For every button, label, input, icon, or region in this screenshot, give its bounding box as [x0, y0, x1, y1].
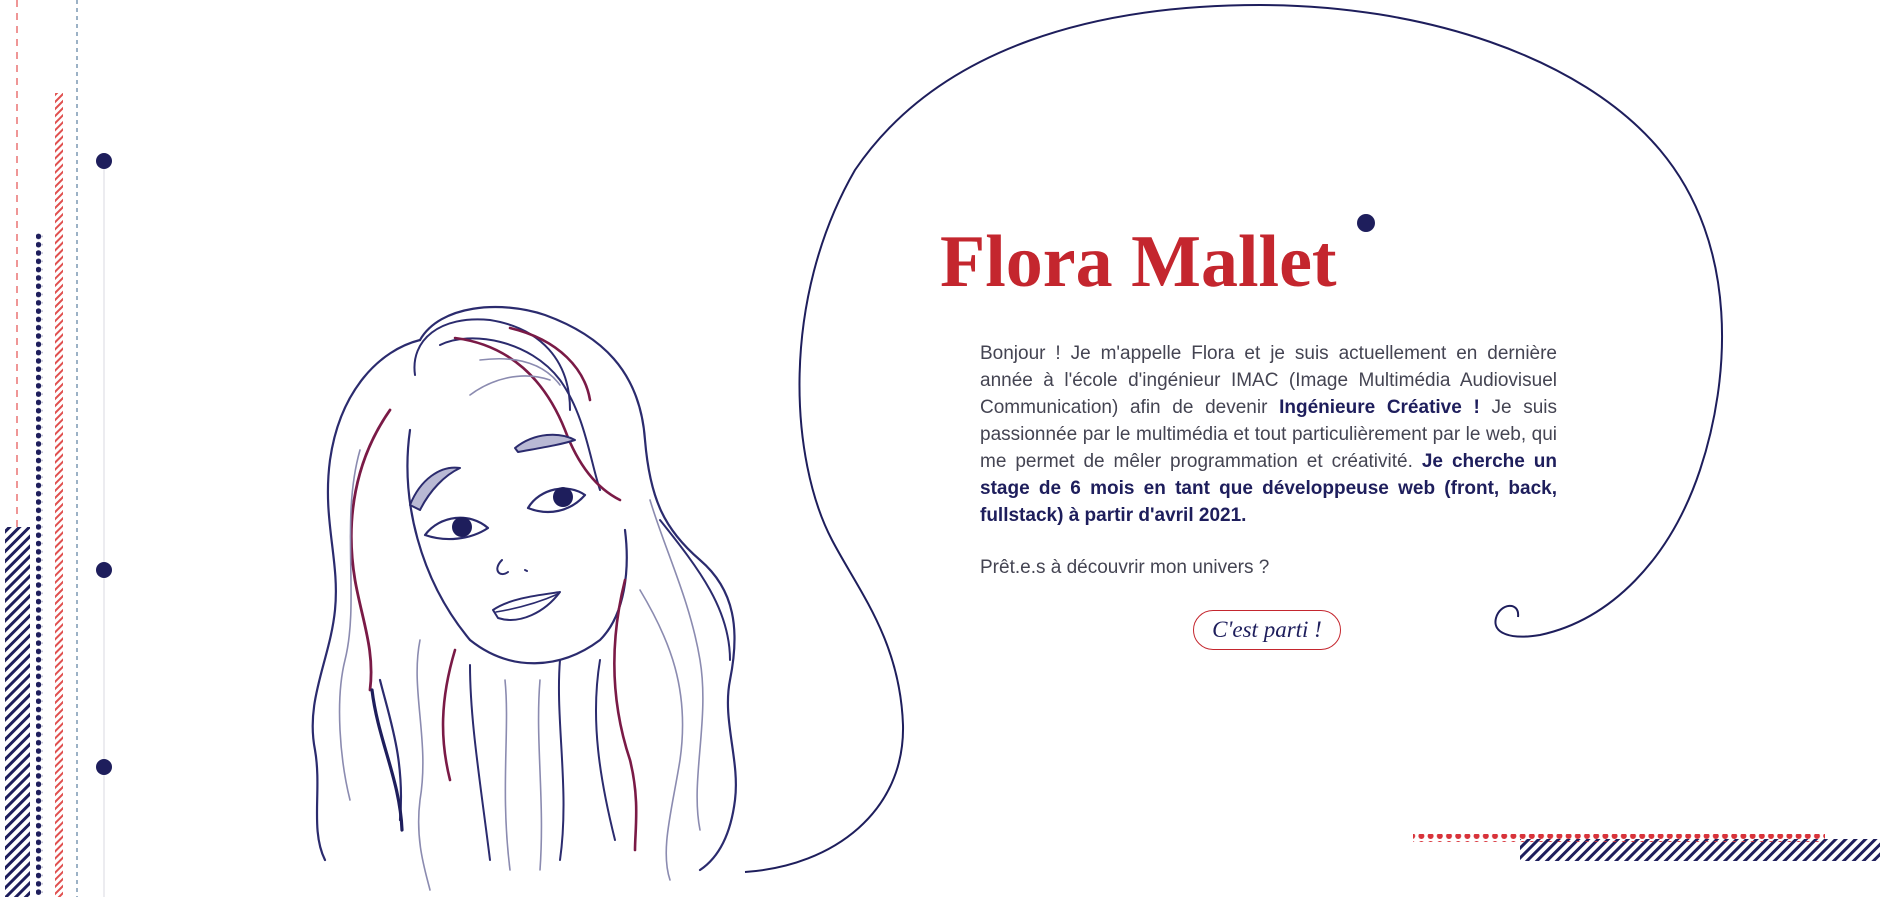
- intro-paragraph: Bonjour ! Je m'appelle Flora et je suis …: [980, 340, 1557, 529]
- page-title: Flora Mallet: [940, 221, 1337, 303]
- intro-highlight-title: Ingénieure Créative !: [1279, 397, 1480, 418]
- bottom-right-decoration: [1413, 834, 1880, 861]
- decorative-background: [5, 0, 1880, 897]
- portrait-illustration: [311, 306, 737, 891]
- start-button[interactable]: C'est parti !: [1193, 610, 1341, 650]
- left-border-decoration: [5, 0, 105, 897]
- timeline-dot: [96, 153, 112, 169]
- intro-question: Prêt.e.s à découvrir mon univers ?: [980, 557, 1270, 578]
- bubble-accent-dot: [1357, 214, 1375, 232]
- timeline-dot: [96, 562, 112, 578]
- timeline-dot: [96, 759, 112, 775]
